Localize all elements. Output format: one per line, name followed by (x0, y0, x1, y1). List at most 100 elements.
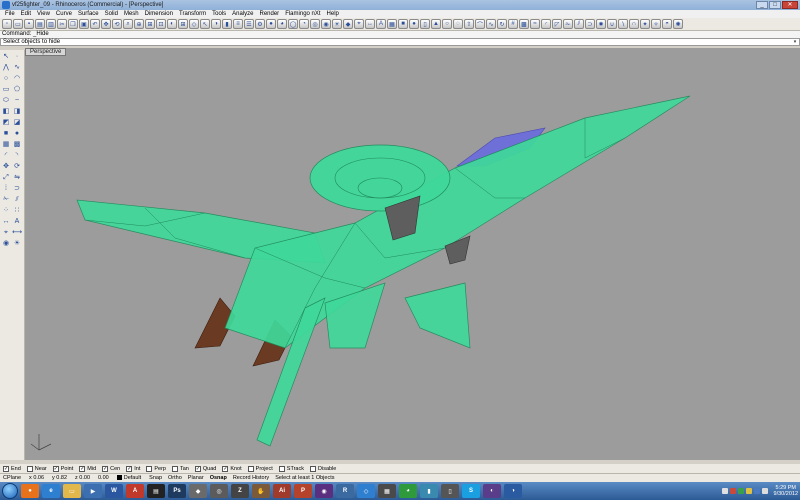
materials-icon[interactable]: ◆ (343, 19, 353, 29)
points-on-icon[interactable]: ⁘ (1, 206, 11, 216)
undo-icon[interactable]: ↶ (90, 19, 100, 29)
arc-icon[interactable]: ◠ (12, 74, 22, 84)
osnap-point[interactable]: ✓ Point (52, 465, 73, 472)
osnap-knot[interactable]: ✓ Knot (222, 465, 242, 472)
join-tool-icon[interactable]: ⊃ (12, 184, 22, 194)
osnap-int-checkbox[interactable]: ✓ (126, 465, 133, 472)
paste-icon[interactable]: ▣ (79, 19, 89, 29)
app5-taskbar-icon[interactable]: ▯ (441, 484, 459, 498)
menu-curve[interactable]: Curve (53, 10, 75, 18)
sphere-solid-icon[interactable]: ● (12, 129, 22, 139)
flamingo-materials-icon[interactable]: ✧ (651, 19, 661, 29)
options-icon[interactable]: ⚙ (255, 19, 265, 29)
four-viewports-icon[interactable]: ⊞ (178, 19, 188, 29)
ghosted-icon[interactable]: ◔ (299, 19, 309, 29)
explode-icon[interactable]: ✸ (596, 19, 606, 29)
steam-taskbar-icon[interactable]: ◎ (210, 484, 228, 498)
volume-icon[interactable] (761, 488, 768, 494)
menu-solid[interactable]: Solid (102, 10, 121, 18)
flamingo-render-icon[interactable]: ✦ (640, 19, 650, 29)
select-all-icon[interactable]: ↖ (200, 19, 210, 29)
array-tool-icon[interactable]: ⁞ (1, 184, 11, 194)
copy-icon[interactable]: ❐ (68, 19, 78, 29)
torus-icon[interactable]: ○ (442, 19, 452, 29)
open-file-icon[interactable]: ▭ (13, 19, 23, 29)
osnap-project[interactable]: Project (247, 465, 273, 472)
rotate-view-icon[interactable]: ⟲ (112, 19, 122, 29)
sphere-icon[interactable]: ● (409, 19, 419, 29)
lock-objects-icon[interactable]: ▮ (222, 19, 232, 29)
circle-icon[interactable]: ○ (1, 74, 11, 84)
light-tool-icon[interactable]: ☀ (12, 239, 22, 249)
zoom-window-icon[interactable]: ⊕ (134, 19, 144, 29)
internet-explorer-taskbar-icon[interactable]: e (42, 484, 60, 498)
offset-tool-icon[interactable]: ◝ (12, 151, 22, 161)
extrude-icon[interactable]: ⇧ (464, 19, 474, 29)
perspective-viewport[interactable]: Perspective (25, 48, 800, 460)
tray-icon[interactable] (721, 488, 728, 494)
shaded-icon[interactable]: ◕ (277, 19, 287, 29)
tool-taskbar-icon[interactable]: ✋ (252, 484, 270, 498)
ellipse-icon[interactable]: ⬭ (1, 96, 11, 106)
scale-tool-icon[interactable]: ⤢ (1, 173, 11, 183)
pan-icon[interactable]: ✥ (101, 19, 111, 29)
menu-view[interactable]: View (34, 10, 53, 18)
zoom-extents-icon[interactable]: ⊞ (145, 19, 155, 29)
mesh-plane-icon[interactable]: ▩ (12, 140, 22, 150)
mesh-tool-icon[interactable]: ▦ (1, 140, 11, 150)
render-icon[interactable]: ● (266, 19, 276, 29)
app-taskbar-icon[interactable]: ◆ (189, 484, 207, 498)
surface-corner-icon[interactable]: ◧ (1, 107, 11, 117)
close-button[interactable]: ✕ (782, 1, 798, 9)
menu-surface[interactable]: Surface (75, 10, 102, 18)
word-taskbar-icon[interactable]: W (105, 484, 123, 498)
tray-icon[interactable] (745, 488, 752, 494)
osnap-perp[interactable]: Perp (146, 465, 166, 472)
properties-icon[interactable]: ☰ (244, 19, 254, 29)
app3-taskbar-icon[interactable]: ▦ (378, 484, 396, 498)
tray-icon[interactable] (737, 488, 744, 494)
acrobat-taskbar-icon[interactable]: A (126, 484, 144, 498)
light-icon[interactable]: ☀ (332, 19, 342, 29)
boolean-intersection-icon[interactable]: ∩ (629, 19, 639, 29)
app6-taskbar-icon[interactable]: ◐ (483, 484, 501, 498)
move-tool-icon[interactable]: ✥ (1, 162, 11, 172)
flamingo-lights-icon[interactable]: ✺ (673, 19, 683, 29)
menu-tools[interactable]: Tools (209, 10, 229, 18)
rhino-taskbar-icon[interactable]: R (336, 484, 354, 498)
dimension-tool-icon[interactable]: ↔ (1, 217, 11, 227)
app7-taskbar-icon[interactable]: ◑ (504, 484, 522, 498)
menu-mesh[interactable]: Mesh (121, 10, 142, 18)
zoom-icon[interactable]: ⌕ (123, 19, 133, 29)
cone-icon[interactable]: ▲ (431, 19, 441, 29)
text-tool-icon[interactable]: A (12, 217, 22, 227)
osnap-quad-checkbox[interactable]: ✓ (194, 465, 201, 472)
wireframe-icon[interactable]: ◯ (288, 19, 298, 29)
minimize-button[interactable]: _ (756, 1, 768, 9)
cylinder-icon[interactable]: ▯ (420, 19, 430, 29)
osnap-tan-checkbox[interactable] (171, 465, 178, 472)
pipe-icon[interactable]: ◌ (453, 19, 463, 29)
start-button[interactable] (2, 483, 18, 499)
polyline-icon[interactable]: ⋀ (1, 63, 11, 73)
osnap-project-checkbox[interactable] (247, 465, 254, 472)
osnap-near[interactable]: Near (26, 465, 47, 472)
boolean-difference-icon[interactable]: ∖ (618, 19, 628, 29)
status-snap-pane[interactable]: Snap (149, 475, 162, 481)
osnap-strack-checkbox[interactable] (278, 465, 285, 472)
loft-surface-icon[interactable]: ◪ (12, 118, 22, 128)
osnap-end[interactable]: ✓ End (3, 465, 21, 472)
loft-icon[interactable]: ⌒ (475, 19, 485, 29)
set-cplane-icon[interactable]: ◇ (189, 19, 199, 29)
distance-tool-icon[interactable]: ⟷ (12, 228, 22, 238)
cut-icon[interactable]: ✂ (57, 19, 67, 29)
render-tool-icon[interactable]: ◉ (1, 239, 11, 249)
osnap-perp-checkbox[interactable] (146, 465, 153, 472)
viewport-title-tab[interactable]: Perspective (25, 48, 67, 56)
rendered-view-icon[interactable]: ◉ (321, 19, 331, 29)
network-surface-icon[interactable]: # (508, 19, 518, 29)
split-icon[interactable]: ⫽ (574, 19, 584, 29)
osnap-near-checkbox[interactable] (26, 465, 33, 472)
media-player-taskbar-icon[interactable]: ▶ (84, 484, 102, 498)
taskbar-clock[interactable]: 5:29 PM 9/30/2012 (774, 485, 798, 497)
